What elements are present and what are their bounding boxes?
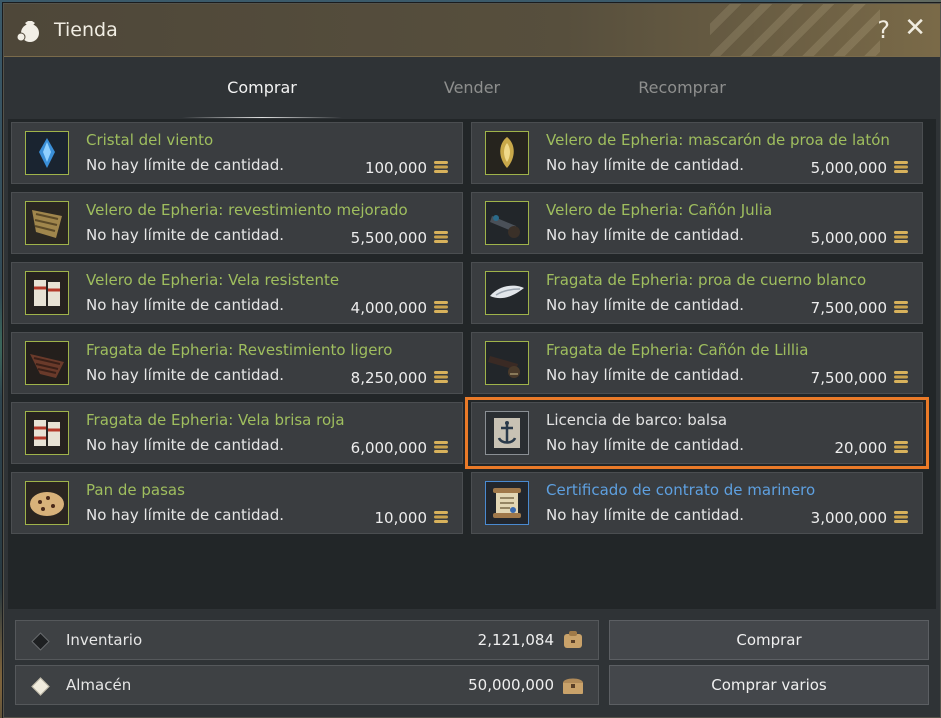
brass-figurehead-icon — [485, 131, 529, 175]
shop-item[interactable]: Fragata de Epheria: Cañón de Lillia No h… — [471, 332, 923, 394]
white-horn-prow-icon — [485, 271, 529, 315]
item-limit: No hay límite de cantidad. — [546, 366, 745, 384]
item-price: 4,000,000 — [350, 299, 427, 317]
item-name: Velero de Epheria: mascarón de proa de l… — [546, 131, 890, 149]
raisin-bread-icon — [25, 481, 69, 525]
item-list: Cristal del viento No hay límite de cant… — [8, 119, 936, 609]
shop-item[interactable]: Velero de Epheria: Vela resistente No ha… — [11, 262, 463, 324]
bag-icon — [564, 631, 582, 648]
inventory-value: 2,121,084 — [477, 631, 554, 649]
item-limit: No hay límite de cantidad. — [546, 436, 745, 454]
item-limit: No hay límite de cantidad. — [546, 226, 745, 244]
item-limit: No hay límite de cantidad. — [86, 506, 285, 524]
item-limit: No hay límite de cantidad. — [86, 366, 285, 384]
buy-multiple-button[interactable]: Comprar varios — [609, 665, 929, 705]
item-name: Velero de Epheria: Vela resistente — [86, 271, 340, 289]
item-limit: No hay límite de cantidad. — [86, 296, 285, 314]
shop-item[interactable]: Certificado de contrato de marinero No h… — [471, 472, 923, 534]
shop-item[interactable]: Cristal del viento No hay límite de cant… — [11, 122, 463, 184]
sail-icon — [25, 271, 69, 315]
item-price: 5,000,000 — [810, 229, 887, 247]
coin-icon — [894, 161, 908, 173]
tab-recomprar[interactable]: Recomprar — [602, 78, 762, 97]
sail-icon — [25, 411, 69, 455]
window-title: Tienda — [54, 19, 118, 41]
radio-diamond-icon[interactable] — [31, 632, 50, 651]
coin-icon — [434, 231, 448, 243]
cannon-icon — [485, 341, 529, 385]
coin-icon — [434, 371, 448, 383]
item-name: Fragata de Epheria: Revestimiento ligero — [86, 341, 393, 359]
titlebar[interactable]: Tienda ? ✕ — [4, 4, 940, 57]
item-name: Velero de Epheria: revestimiento mejorad… — [86, 201, 408, 219]
coin-icon — [894, 511, 908, 523]
shop-item[interactable]: Pan de pasas No hay límite de cantidad. … — [11, 472, 463, 534]
item-price: 5,500,000 — [350, 229, 427, 247]
scroll-contract-icon — [485, 481, 529, 525]
item-price: 10,000 — [374, 509, 428, 527]
item-name: Pan de pasas — [86, 481, 185, 499]
plating-icon — [25, 201, 69, 245]
item-limit: No hay límite de cantidad. — [546, 156, 745, 174]
coin-icon — [894, 371, 908, 383]
coin-icon — [434, 161, 448, 173]
money-bag-icon — [16, 21, 39, 42]
light-plating-icon — [25, 341, 69, 385]
tab-vender[interactable]: Vender — [392, 78, 552, 97]
inventory-label: Inventario — [66, 631, 143, 649]
item-name: Fragata de Epheria: proa de cuerno blanc… — [546, 271, 867, 289]
item-price: 7,500,000 — [810, 299, 887, 317]
shop-item-selected[interactable]: Licencia de barco: balsa No hay límite d… — [471, 402, 923, 464]
storage-label: Almacén — [66, 676, 132, 694]
item-limit: No hay límite de cantidad. — [546, 506, 745, 524]
cannon-icon — [485, 201, 529, 245]
tab-bar: Comprar Vender Recomprar — [4, 56, 940, 118]
coin-icon — [894, 301, 908, 313]
close-button[interactable]: ✕ — [904, 15, 926, 41]
item-price: 100,000 — [364, 159, 427, 177]
coin-icon — [434, 511, 448, 523]
item-price: 8,250,000 — [350, 369, 427, 387]
coin-icon — [434, 301, 448, 313]
active-tab-indicator — [182, 117, 342, 118]
coin-icon — [434, 441, 448, 453]
storage-value: 50,000,000 — [468, 676, 554, 694]
item-price: 20,000 — [834, 439, 888, 457]
buy-button[interactable]: Comprar — [609, 620, 929, 660]
item-limit: No hay límite de cantidad. — [86, 156, 285, 174]
chest-icon — [563, 678, 583, 694]
item-name: Fragata de Epheria: Vela brisa roja — [86, 411, 345, 429]
storage-money[interactable]: Almacén 50,000,000 — [15, 665, 599, 705]
item-price: 7,500,000 — [810, 369, 887, 387]
coin-icon — [894, 441, 908, 453]
item-limit: No hay límite de cantidad. — [546, 296, 745, 314]
shop-item[interactable]: Fragata de Epheria: Vela brisa roja No h… — [11, 402, 463, 464]
titlebar-decoration — [710, 4, 880, 56]
shop-window: Tienda ? ✕ Comprar Vender Recomprar Cris… — [3, 3, 941, 718]
item-price: 3,000,000 — [810, 509, 887, 527]
shop-item[interactable]: Velero de Epheria: Cañón Julia No hay lí… — [471, 192, 923, 254]
item-limit: No hay límite de cantidad. — [86, 226, 285, 244]
tab-comprar[interactable]: Comprar — [182, 78, 342, 97]
item-name: Certificado de contrato de marinero — [546, 481, 816, 499]
radio-diamond-selected-icon[interactable] — [31, 677, 50, 696]
item-name: Fragata de Epheria: Cañón de Lillia — [546, 341, 809, 359]
item-price: 5,000,000 — [810, 159, 887, 177]
shop-item[interactable]: Velero de Epheria: mascarón de proa de l… — [471, 122, 923, 184]
coin-icon — [894, 231, 908, 243]
item-limit: No hay límite de cantidad. — [86, 436, 285, 454]
item-name: Licencia de barco: balsa — [546, 411, 728, 429]
item-price: 6,000,000 — [350, 439, 427, 457]
item-name: Velero de Epheria: Cañón Julia — [546, 201, 773, 219]
shop-item[interactable]: Velero de Epheria: revestimiento mejorad… — [11, 192, 463, 254]
inventory-money[interactable]: Inventario 2,121,084 — [15, 620, 599, 660]
help-button[interactable]: ? — [877, 16, 890, 44]
wind-crystal-icon — [25, 131, 69, 175]
shop-item[interactable]: Fragata de Epheria: Revestimiento ligero… — [11, 332, 463, 394]
item-name: Cristal del viento — [86, 131, 214, 149]
anchor-license-icon — [485, 411, 529, 455]
shop-item[interactable]: Fragata de Epheria: proa de cuerno blanc… — [471, 262, 923, 324]
